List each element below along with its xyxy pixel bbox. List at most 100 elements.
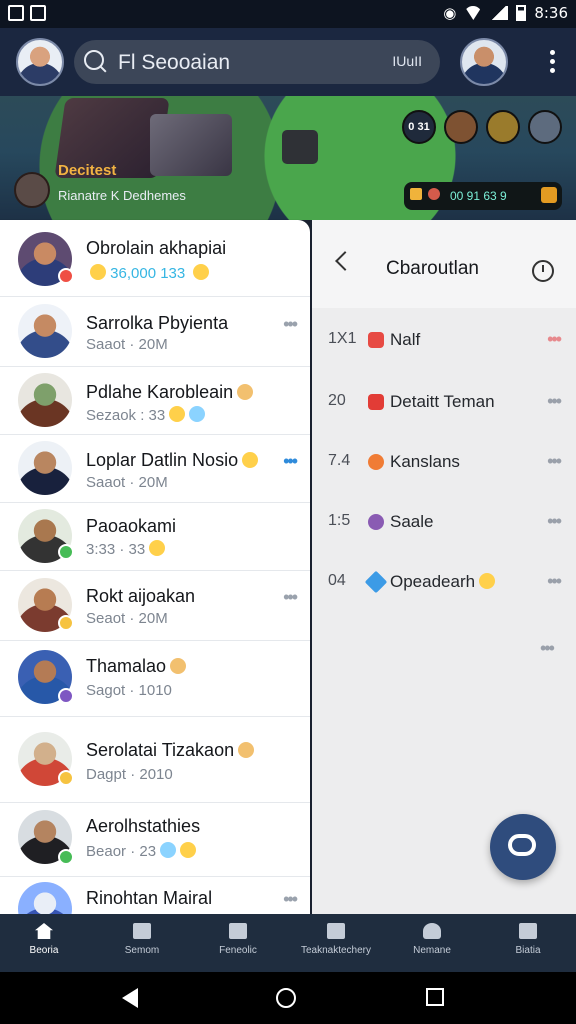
- chat-avatar: [18, 304, 72, 358]
- nav-item-beoria[interactable]: Beoria: [4, 923, 84, 956]
- settings-option[interactable]: 7.4 Kanslans •••: [328, 450, 562, 478]
- profile-icon: [423, 923, 441, 939]
- diamond-icon: [364, 570, 388, 594]
- game-crown-icon[interactable]: [486, 110, 520, 144]
- more-icon[interactable]: •••: [547, 391, 562, 412]
- battery-icon: [516, 5, 527, 21]
- option-label: Detaitt Teman: [390, 392, 495, 411]
- chat-row[interactable]: Thamalao Sagot · 1010: [0, 640, 310, 717]
- more-icon[interactable]: •••: [547, 451, 562, 472]
- nav-item-teaknaktechery[interactable]: Teaknaktechery: [296, 923, 376, 956]
- machine-graphic: [282, 130, 318, 164]
- chat-subtitle: Sezaok : 33: [86, 406, 206, 424]
- emoji-icon: [160, 842, 177, 858]
- chat-row[interactable]: Rokt aijoakan Seaot · 20M •••: [0, 570, 310, 641]
- more-icon[interactable]: •••: [283, 889, 298, 910]
- settings-header: Cbaroutlan: [312, 220, 576, 308]
- resource-value: 00 91 63 9: [450, 189, 507, 203]
- nav-item-semom[interactable]: Semom: [102, 923, 182, 956]
- more-icon[interactable]: •••: [283, 587, 298, 608]
- recent-apps-icon[interactable]: [426, 988, 444, 1006]
- option-number: 7.4: [328, 452, 351, 469]
- chat-name: Thamalao: [86, 656, 187, 677]
- nav-item-feneolic[interactable]: Feneolic: [198, 923, 278, 956]
- option-label: Saale: [390, 512, 434, 531]
- top-header: Fl Seooaian IUuII: [0, 28, 576, 96]
- system-navigation: [0, 972, 576, 1024]
- game-shield-icon[interactable]: [444, 110, 478, 144]
- home-button-icon[interactable]: [276, 988, 296, 1008]
- nav-label: Teaknaktechery: [300, 945, 372, 956]
- chat-name: Rinohtan Mairal: [86, 888, 213, 908]
- nav-item-nemane[interactable]: Nemane: [392, 923, 472, 956]
- chat-row[interactable]: Obrolain akhapiai 36,000 133: [0, 220, 310, 297]
- settings-option[interactable]: 1:5 Saale •••: [328, 510, 562, 538]
- nav-label: Semom: [124, 945, 160, 956]
- more-icon[interactable]: •••: [547, 329, 562, 350]
- status-dot: [58, 770, 74, 786]
- game-logo-icon: [14, 172, 50, 208]
- profile-avatar-right[interactable]: [460, 38, 508, 86]
- status-time: 8:36: [534, 4, 568, 22]
- emoji-icon: [237, 384, 254, 400]
- emoji-icon: [170, 658, 187, 674]
- status-dot: [58, 268, 74, 284]
- option-number: 1X1: [328, 330, 357, 347]
- nav-label: Biatia: [515, 945, 541, 956]
- chat-subtitle: Seaot · 20M: [86, 610, 168, 627]
- chat-subtitle: Dagpt · 2010: [86, 766, 173, 783]
- signal-icon: [490, 6, 509, 20]
- more-icon[interactable]: •••: [540, 638, 555, 659]
- search-badge: IUuII: [392, 53, 422, 69]
- chat-subtitle: Saaot · 20M: [86, 336, 168, 353]
- emoji-icon: [149, 540, 166, 556]
- settings-panel: Cbaroutlan 1X1 Nalf ••• 20 Detaitt Teman…: [312, 220, 576, 914]
- emoji-icon: [169, 406, 186, 422]
- settings-option[interactable]: 20 Detaitt Teman •••: [328, 390, 562, 418]
- status-dot: [58, 544, 74, 560]
- back-button-icon[interactable]: [122, 988, 138, 1008]
- nav-label: Beoria: [29, 945, 59, 956]
- option-label: Kanslans: [390, 452, 460, 471]
- game-level-icon[interactable]: 0 31: [402, 110, 436, 144]
- chat-row[interactable]: Loplar Datlin Nosio Saaot · 20M •••: [0, 434, 310, 503]
- more-icon[interactable]: •••: [283, 314, 298, 335]
- chat-row[interactable]: Aerolhstathies Beaor · 23: [0, 802, 310, 877]
- game-title-block: Decitest Rianatre K Dedhemes: [14, 162, 264, 208]
- search-input[interactable]: Fl Seooaian: [118, 51, 230, 75]
- emoji-icon: [189, 406, 206, 422]
- status-dot: [58, 688, 74, 704]
- search-bar[interactable]: Fl Seooaian IUuII: [74, 40, 440, 84]
- back-icon[interactable]: [335, 251, 355, 271]
- profile-avatar-left[interactable]: [16, 38, 64, 86]
- image-icon: [30, 5, 46, 21]
- eye-icon: [368, 514, 384, 530]
- chat-name: Rokt aijoakan: [86, 586, 196, 606]
- chat-row[interactable]: Paoaokami 3:33 · 33: [0, 502, 310, 571]
- calendar-icon: [368, 394, 384, 410]
- chat-row[interactable]: Sarrolka Pbyienta Saaot · 20M •••: [0, 296, 310, 367]
- action-fab-button[interactable]: [490, 814, 556, 880]
- home-icon: [35, 923, 53, 939]
- option-number: 1:5: [328, 512, 351, 529]
- more-icon[interactable]: •••: [547, 511, 562, 532]
- chat-row[interactable]: Rinohtan Mairal •••: [0, 876, 310, 914]
- chat-subtitle: Saaot · 20M: [86, 474, 168, 491]
- option-number: 20: [328, 392, 346, 409]
- resource-bar: 00 91 63 9: [404, 182, 562, 210]
- more-icon[interactable]: •••: [283, 451, 298, 472]
- grid-icon: [519, 923, 537, 939]
- more-icon[interactable]: •••: [547, 571, 562, 592]
- chat-name: Sarrolka Pbyienta: [86, 313, 229, 333]
- status-dot: [58, 849, 74, 865]
- settings-option[interactable]: 1X1 Nalf •••: [328, 328, 562, 356]
- settings-option[interactable]: 04 Opeadearh •••: [328, 570, 562, 598]
- gem-icon: [428, 188, 440, 200]
- chat-name: Obrolain akhapiai: [86, 238, 227, 258]
- more-menu-icon[interactable]: [550, 50, 556, 76]
- chat-row[interactable]: Pdlahe Karobleain Sezaok : 33: [0, 366, 310, 435]
- game-avatar-icon[interactable]: [528, 110, 562, 144]
- nav-item-biatia[interactable]: Biatia: [488, 923, 568, 956]
- chat-row[interactable]: Serolatai Tizakaon Dagpt · 2010: [0, 716, 310, 803]
- info-icon[interactable]: [532, 260, 554, 282]
